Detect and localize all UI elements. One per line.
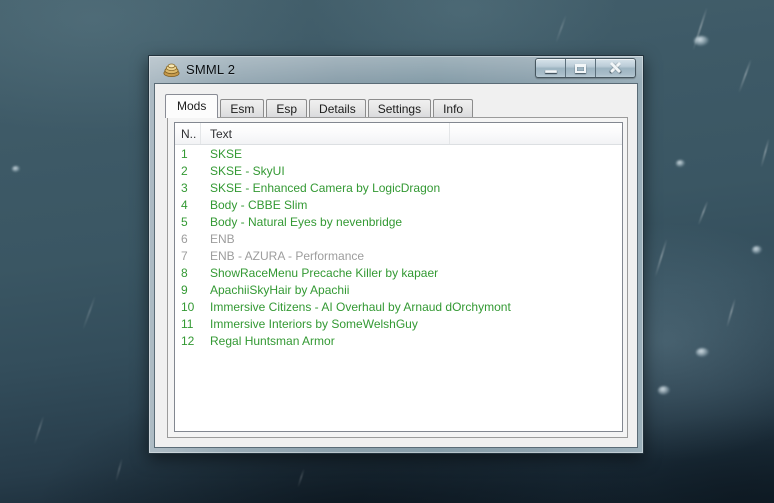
mod-row-number: 3	[175, 181, 201, 195]
mod-row-text: SKSE - SkyUI	[201, 164, 285, 178]
mod-row-text: Immersive Interiors by SomeWelshGuy	[201, 317, 418, 331]
minimize-button[interactable]	[536, 59, 566, 77]
column-header-number[interactable]: N..	[175, 123, 201, 144]
tab-details[interactable]: Details	[309, 99, 366, 118]
tab-strip: ModsEsmEspDetailsSettingsInfo	[167, 94, 475, 118]
rain-drop	[658, 386, 670, 395]
app-window: SMML 2 ModsEsmEspDetailsSettingsInfo N..…	[148, 55, 644, 454]
rain-streak	[82, 296, 96, 331]
rain-streak	[760, 138, 770, 167]
mod-row-text: Body - Natural Eyes by nevenbridge	[201, 215, 402, 229]
mod-row-number: 4	[175, 198, 201, 212]
tab-settings[interactable]: Settings	[368, 99, 431, 118]
close-icon	[609, 61, 622, 74]
mod-list-header: N.. Text	[175, 123, 622, 145]
mod-row-number: 6	[175, 232, 201, 246]
mod-row-number: 11	[175, 317, 201, 331]
mod-row-5[interactable]: 5Body - Natural Eyes by nevenbridge	[175, 213, 622, 230]
rain-drop	[676, 160, 685, 167]
mod-row-4[interactable]: 4Body - CBBE Slim	[175, 196, 622, 213]
mod-row-text: Regal Huntsman Armor	[201, 334, 335, 348]
rain-streak	[738, 59, 752, 94]
mod-row-number: 8	[175, 266, 201, 280]
mod-row-7[interactable]: 7ENB - AZURA - Performance	[175, 247, 622, 264]
tab-esm[interactable]: Esm	[220, 99, 264, 118]
mod-row-number: 10	[175, 300, 201, 314]
rain-streak	[726, 298, 736, 327]
mod-row-text: ENB	[201, 232, 235, 246]
caption-button-group	[535, 58, 636, 78]
mod-row-8[interactable]: 8ShowRaceMenu Precache Killer by kapaer	[175, 264, 622, 281]
maximize-button[interactable]	[566, 59, 596, 77]
mod-row-text: ShowRaceMenu Precache Killer by kapaer	[201, 266, 438, 280]
mod-row-number: 12	[175, 334, 201, 348]
tab-info[interactable]: Info	[433, 99, 473, 118]
rain-streak	[297, 468, 305, 488]
mod-row-2[interactable]: 2SKSE - SkyUI	[175, 162, 622, 179]
column-header-filler	[450, 123, 622, 144]
mod-row-3[interactable]: 3SKSE - Enhanced Camera by LogicDragon	[175, 179, 622, 196]
tab-page-mods: N.. Text 1SKSE2SKSE - SkyUI3SKSE - Enhan…	[167, 117, 628, 438]
rain-streak	[697, 201, 708, 226]
minimize-icon	[545, 70, 557, 73]
close-button[interactable]	[596, 59, 635, 77]
title-bar[interactable]: SMML 2	[149, 56, 643, 83]
mod-row-text: SKSE	[201, 147, 242, 161]
rain-streak	[555, 15, 567, 44]
rain-streak	[33, 415, 44, 444]
mod-row-number: 5	[175, 215, 201, 229]
mod-row-text: SKSE - Enhanced Camera by LogicDragon	[201, 181, 440, 195]
window-title: SMML 2	[186, 62, 235, 77]
rain-drop	[694, 36, 709, 46]
window-client-area: ModsEsmEspDetailsSettingsInfo N.. Text 1…	[154, 83, 638, 448]
rain-streak	[115, 458, 123, 482]
rain-drop	[696, 348, 709, 357]
rain-drop	[12, 166, 20, 172]
mod-row-number: 2	[175, 164, 201, 178]
column-header-text[interactable]: Text	[201, 123, 450, 144]
rain-streak	[654, 239, 668, 278]
mod-row-6[interactable]: 6ENB	[175, 230, 622, 247]
mod-row-text: ENB - AZURA - Performance	[201, 249, 364, 263]
mod-row-text: ApachiiSkyHair by Apachii	[201, 283, 349, 297]
mod-row-11[interactable]: 11Immersive Interiors by SomeWelshGuy	[175, 315, 622, 332]
rain-streak	[692, 7, 708, 51]
mod-row-12[interactable]: 12Regal Huntsman Armor	[175, 332, 622, 349]
mod-row-number: 1	[175, 147, 201, 161]
sweetroll-icon	[163, 61, 180, 77]
tab-mods[interactable]: Mods	[165, 94, 218, 118]
mod-row-1[interactable]: 1SKSE	[175, 145, 622, 162]
desktop: { "window": { "title": "SMML 2", "icons"…	[0, 0, 774, 503]
tab-esp[interactable]: Esp	[266, 99, 307, 118]
mod-row-text: Body - CBBE Slim	[201, 198, 307, 212]
mod-row-9[interactable]: 9ApachiiSkyHair by Apachii	[175, 281, 622, 298]
mod-row-text: Immersive Citizens - AI Overhaul by Arna…	[201, 300, 511, 314]
mod-row-10[interactable]: 10Immersive Citizens - AI Overhaul by Ar…	[175, 298, 622, 315]
maximize-icon	[575, 64, 586, 73]
mod-list[interactable]: N.. Text 1SKSE2SKSE - SkyUI3SKSE - Enhan…	[174, 122, 623, 432]
mod-list-body: 1SKSE2SKSE - SkyUI3SKSE - Enhanced Camer…	[175, 145, 622, 349]
rain-drop	[752, 246, 762, 254]
mod-row-number: 9	[175, 283, 201, 297]
mod-row-number: 7	[175, 249, 201, 263]
